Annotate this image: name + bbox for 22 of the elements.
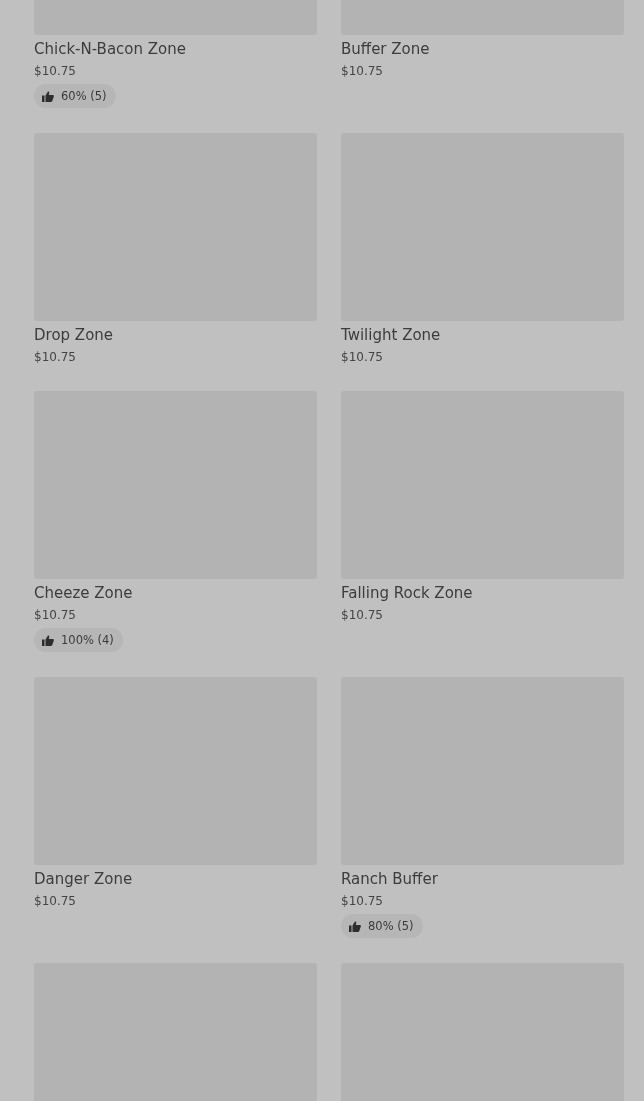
rating-text: 80% (5)	[368, 919, 414, 933]
item-price: $10.75	[34, 607, 76, 624]
item-name[interactable]: Falling Rock Zone	[341, 583, 473, 603]
thumbs-up-icon	[42, 90, 54, 102]
item-name[interactable]: Drop Zone	[34, 325, 114, 345]
thumbs-up-icon	[349, 920, 361, 932]
item-price: $10.75	[341, 349, 383, 366]
thumbs-up-icon	[42, 634, 54, 646]
item-price: $10.75	[34, 63, 76, 80]
item-price: $10.75	[34, 893, 76, 910]
item-price: $10.75	[34, 349, 76, 366]
item-price: $10.75	[341, 893, 383, 910]
item-name[interactable]: Chick-N-Bacon Zone	[34, 39, 186, 59]
rating-text: 100% (4)	[61, 633, 114, 647]
item-name[interactable]: Ranch Buffer	[341, 869, 438, 889]
item-name[interactable]: Cheeze Zone	[34, 583, 133, 603]
item-price: $10.75	[341, 607, 383, 624]
item-name[interactable]: Danger Zone	[34, 869, 133, 889]
item-name[interactable]: Buffer Zone	[341, 39, 430, 59]
item-name[interactable]: Twilight Zone	[341, 325, 441, 345]
rating-text: 60% (5)	[61, 89, 107, 103]
item-price: $10.75	[341, 63, 383, 80]
